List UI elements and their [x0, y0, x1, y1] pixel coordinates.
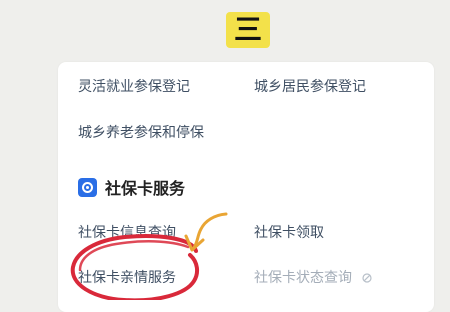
step-number-text: 三	[233, 13, 262, 46]
menu-item-card-status-query: 社保卡状态查询	[254, 267, 373, 287]
menu-item-card-claim[interactable]: 社保卡领取	[254, 222, 324, 242]
section-header-social-card: 社保卡服务	[78, 176, 185, 198]
menu-item-urban-rural-pension[interactable]: 城乡养老参保和停保	[78, 122, 204, 142]
unavailable-icon	[362, 273, 373, 283]
section-title: 社保卡服务	[105, 179, 186, 198]
menu-item-card-info-query[interactable]: 社保卡信息查询	[78, 222, 176, 242]
card-status-query-label: 社保卡状态查询	[254, 270, 352, 286]
menu-item-urban-rural-resident[interactable]: 城乡居民参保登记	[254, 76, 366, 96]
menu-item-flexible-employment[interactable]: 灵活就业参保登记	[78, 76, 190, 96]
social-security-card-icon	[78, 177, 97, 197]
service-menu-card: 灵活就业参保登记 城乡居民参保登记 城乡养老参保和停保 社保卡服务 社保卡信息查…	[58, 62, 434, 312]
step-number-highlight: 三	[226, 12, 270, 48]
menu-item-card-family-service[interactable]: 社保卡亲情服务	[78, 267, 176, 287]
